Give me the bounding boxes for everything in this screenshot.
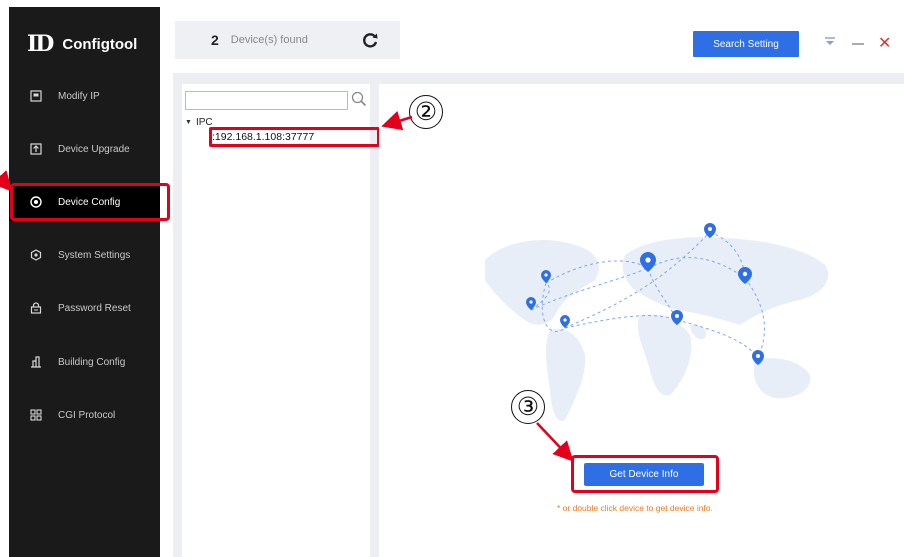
sidebar-item-label: Building Config [58, 356, 126, 368]
filter-icon[interactable] [824, 35, 836, 47]
device-found-label: Device(s) found [230, 34, 308, 46]
sidebar-item-label: System Settings [58, 249, 131, 261]
get-info-hint: * or double click device to get device i… [557, 503, 713, 513]
ip-icon [29, 89, 43, 103]
sidebar-item-building-config[interactable]: Building Config [9, 343, 160, 381]
sidebar-item-cgi-protocol[interactable]: CGI Protocol [9, 396, 160, 434]
chevron-down-icon[interactable]: ▼ [185, 119, 192, 126]
get-device-info-highlight [571, 455, 719, 493]
tree-node-ipc[interactable]: ▼ IPC [185, 117, 213, 128]
sidebar-item-label: Device Upgrade [58, 143, 130, 155]
sidebar-item-label: Modify IP [58, 90, 100, 102]
settings-hex-icon [29, 248, 43, 262]
upgrade-icon [29, 142, 43, 156]
sidebar-item-label: Password Reset [58, 302, 131, 314]
grid-icon [29, 408, 43, 422]
callout-step-3: ③ [511, 390, 545, 424]
refresh-icon[interactable] [360, 30, 380, 50]
search-icon[interactable] [350, 90, 368, 108]
top-bar: 2 Device(s) found Search Setting ✕ [160, 7, 904, 73]
sidebar: ID Configtool Modify IP Device Upgrade D… [9, 7, 160, 557]
minimize-icon[interactable] [852, 43, 864, 45]
device-search-input[interactable] [185, 91, 348, 110]
sidebar-item-system-settings[interactable]: System Settings [9, 236, 160, 274]
lock-icon [29, 301, 43, 315]
app-window: ID Configtool Modify IP Device Upgrade D… [0, 0, 904, 557]
sidebar-item-label: CGI Protocol [58, 409, 116, 421]
device-leaf-highlight [209, 127, 380, 147]
sidebar-item-device-upgrade[interactable]: Device Upgrade [9, 130, 160, 168]
device-count-box: 2 Device(s) found [175, 21, 400, 59]
logo-mark: ID [27, 31, 54, 57]
device-count: 2 [211, 32, 219, 48]
sidebar-item-password-reset[interactable]: Password Reset [9, 289, 160, 327]
device-tree-panel: ▼ IPC [182, 84, 370, 557]
search-setting-button[interactable]: Search Setting [693, 31, 799, 57]
sidebar-item-modify-ip[interactable]: Modify IP [9, 77, 160, 115]
device-config-highlight [10, 183, 170, 221]
building-icon [29, 355, 43, 369]
app-logo: ID Configtool [27, 31, 137, 57]
callout-step-2: ② [409, 95, 443, 129]
close-icon[interactable]: ✕ [878, 33, 891, 53]
app-title: Configtool [62, 35, 138, 53]
